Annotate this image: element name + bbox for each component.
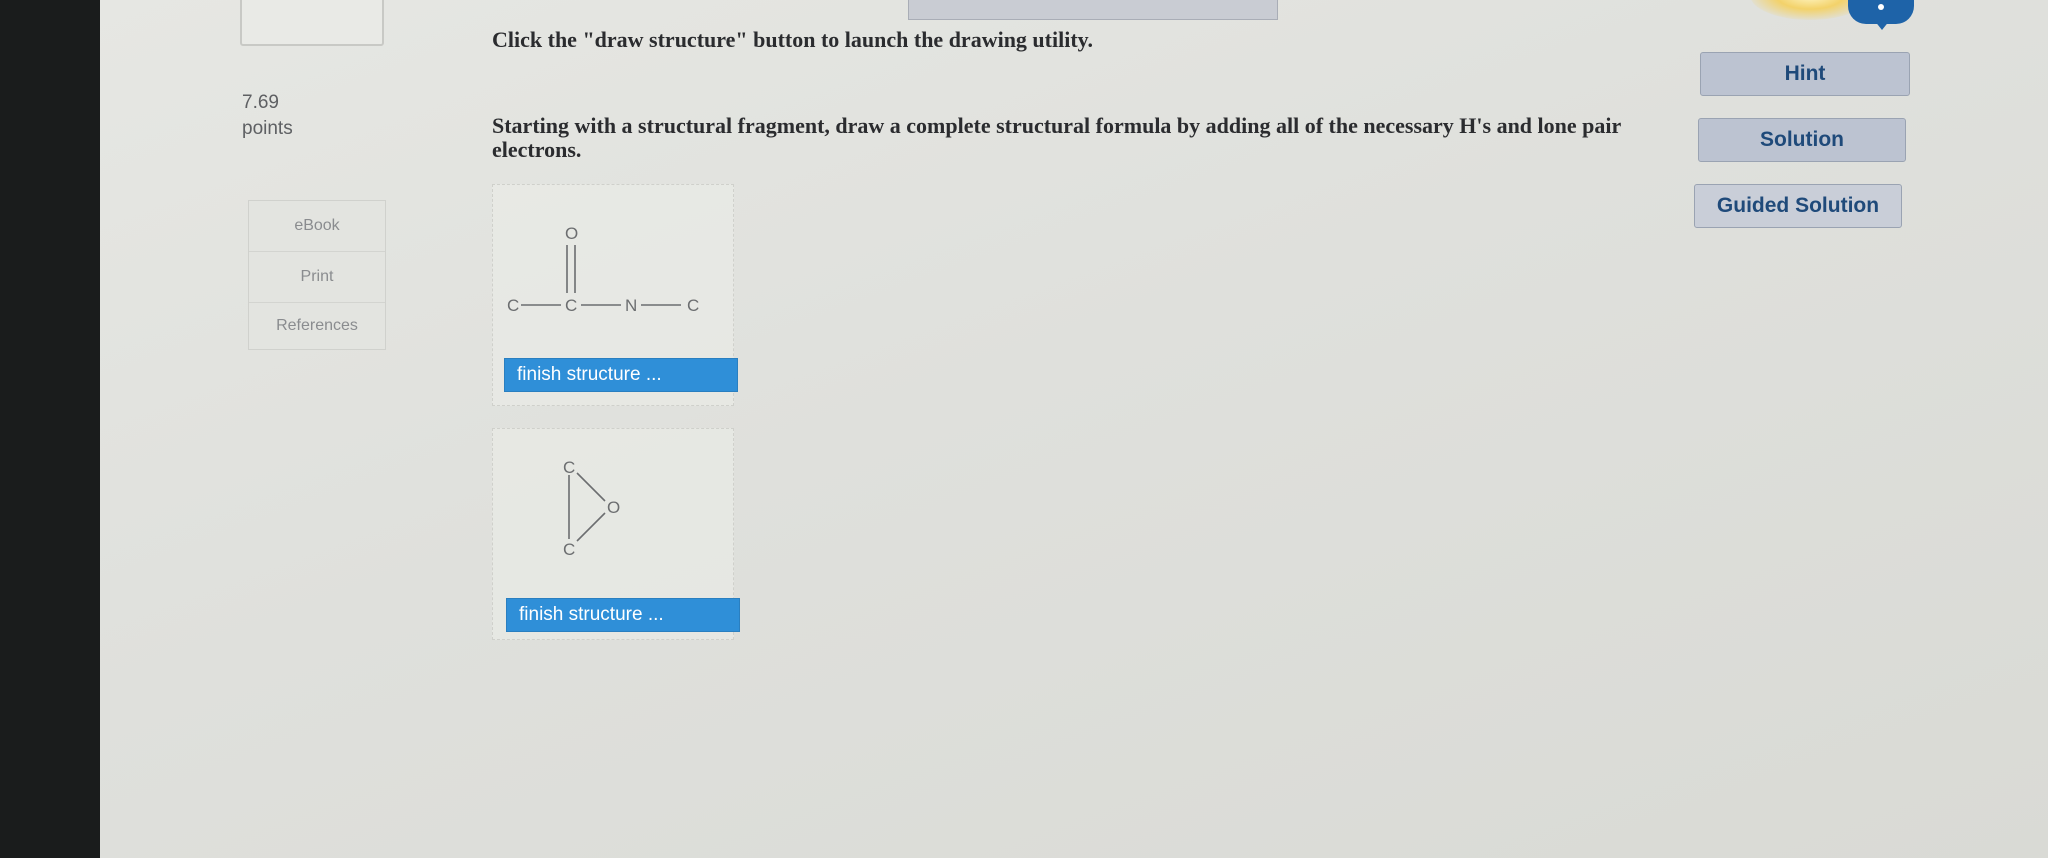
top-left-panel xyxy=(240,0,384,46)
resource-sidebar: eBook Print References xyxy=(248,200,386,350)
top-toolbar xyxy=(908,0,1278,20)
structure-2-drawing: C C O xyxy=(563,458,620,559)
atom-c1: C xyxy=(507,296,519,315)
points-display: 7.69 points xyxy=(242,90,293,142)
chat-icon[interactable] xyxy=(1848,0,1914,30)
chat-icon-dot xyxy=(1878,4,1884,10)
atom-o: O xyxy=(607,498,620,517)
instruction-complete-formula: Starting with a structural fragment, dra… xyxy=(492,113,1621,162)
assignment-screen: 7.69 points eBook Print References Click… xyxy=(100,0,2048,858)
finish-structure-button-2[interactable]: finish structure ... xyxy=(506,598,740,632)
atom-c-top: C xyxy=(563,458,575,477)
atom-c-bottom: C xyxy=(563,540,575,559)
bond-c-bottom-o xyxy=(576,512,606,542)
finish-structure-button-1[interactable]: finish structure ... xyxy=(504,358,738,392)
chat-icon-tail xyxy=(1874,20,1890,30)
instruction-draw-structure: Click the "draw structure" button to lau… xyxy=(492,27,1093,52)
hint-button[interactable]: Hint xyxy=(1700,52,1910,96)
sidebar-item-ebook[interactable]: eBook xyxy=(249,201,385,252)
atom-c2: C xyxy=(565,296,577,315)
bond-c-top-o xyxy=(576,472,606,502)
solution-button[interactable]: Solution xyxy=(1698,118,1906,162)
atom-c3: C xyxy=(687,296,699,315)
atom-n: N xyxy=(625,296,637,315)
structure-1-drawing: C C N C O xyxy=(507,224,699,315)
guided-solution-button[interactable]: Guided Solution xyxy=(1694,184,1902,228)
atom-o: O xyxy=(565,224,578,243)
sidebar-item-print[interactable]: Print xyxy=(249,252,385,303)
points-value: 7.69 xyxy=(242,92,279,113)
points-label: points xyxy=(242,118,293,139)
sidebar-item-references[interactable]: References xyxy=(249,303,385,349)
